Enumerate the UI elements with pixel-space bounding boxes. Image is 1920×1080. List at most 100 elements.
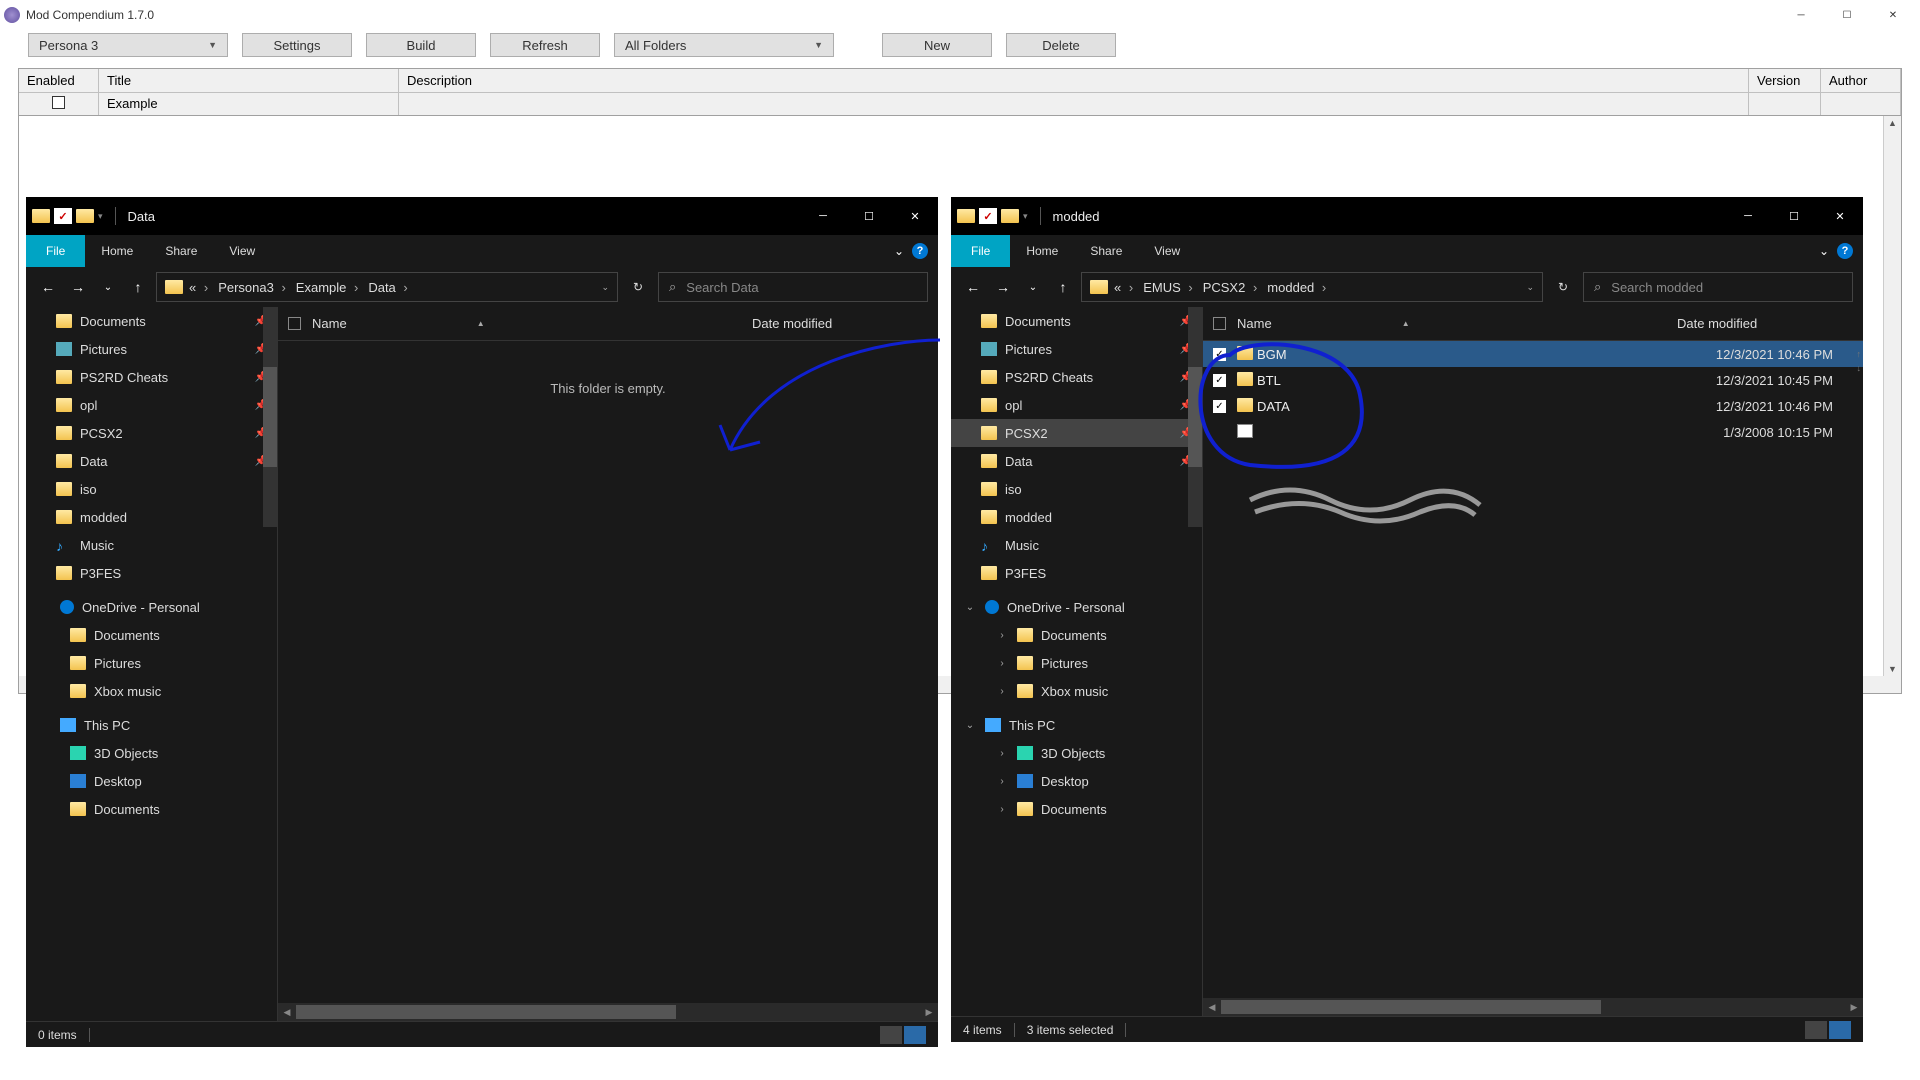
recent-locations-icon[interactable]: ⌄ [96,275,120,299]
sidebar-item[interactable]: ›3D Objects [951,739,1202,767]
search-input[interactable]: ⌕ Search Data [658,272,928,302]
sidebar-item[interactable]: Documents [26,621,277,649]
new-button[interactable]: New [882,33,992,57]
sidebar-item[interactable]: Documents [26,795,277,823]
back-button[interactable]: ← [961,275,985,299]
sidebar-item[interactable]: Pictures📌 [951,335,1202,363]
tab-view[interactable]: View [1138,235,1196,267]
sidebar-thispc[interactable]: ⌄This PC [951,711,1202,739]
col-date[interactable]: Date modified [1667,316,1863,331]
sidebar-item[interactable]: ›Xbox music [951,677,1202,705]
sidebar-item[interactable]: Data📌 [26,447,277,475]
sidebar-item[interactable]: P3FES [951,559,1202,587]
delete-button[interactable]: Delete [1006,33,1116,57]
col-description[interactable]: Description [399,69,1749,93]
ribbon-collapse-icon[interactable]: ⌄ [1819,244,1829,258]
sidebar-item[interactable]: Xbox music [26,677,277,705]
sidebar-item[interactable]: PS2RD Cheats📌 [951,363,1202,391]
sidebar-thispc[interactable]: This PC [26,711,277,739]
sidebar-item[interactable]: Documents📌 [26,307,277,335]
sidebar-item[interactable]: PCSX2📌 [26,419,277,447]
back-button[interactable]: ← [36,275,60,299]
sidebar-item[interactable]: Pictures [26,649,277,677]
file-row[interactable]: ✓BTL12/3/2021 10:45 PM [1203,367,1863,393]
sidebar-item[interactable]: modded [951,503,1202,531]
sidebar-item[interactable]: ♪Music [951,531,1202,559]
maximize-button[interactable]: ☐ [1824,0,1870,30]
scroll-right-icon[interactable]: ▶ [920,1007,938,1018]
col-title[interactable]: Title [99,69,399,93]
col-name[interactable]: Name [312,316,347,331]
view-thumbnails-icon[interactable] [904,1026,926,1044]
sidebar-item[interactable]: Desktop [26,767,277,795]
chevron-down-icon[interactable]: ⌄ [1526,282,1534,293]
select-all-checkbox[interactable] [288,317,301,330]
tab-share[interactable]: Share [1074,235,1138,267]
sidebar-item[interactable]: modded [26,503,277,531]
forward-button[interactable]: → [66,275,90,299]
qat-icon[interactable]: ✓ [54,208,72,224]
up-button[interactable]: ↑ [1051,275,1075,299]
sidebar-item[interactable]: Documents📌 [951,307,1202,335]
sidebar-item[interactable]: iso [26,475,277,503]
sidebar-item[interactable]: 3D Objects [26,739,277,767]
row-checkbox[interactable]: ✓ [1213,348,1226,361]
tab-view[interactable]: View [213,235,271,267]
refresh-icon[interactable]: ↻ [624,273,652,301]
sidebar-item[interactable]: ›Pictures [951,649,1202,677]
ex1-titlebar[interactable]: ✓ ▾ Data ─ ☐ ✕ [26,197,938,235]
tab-file[interactable]: File [951,235,1010,267]
file-row[interactable]: ✓DATA12/3/2021 10:46 PM [1203,393,1863,419]
view-details-icon[interactable] [1805,1021,1827,1039]
maximize-button[interactable]: ☐ [1771,197,1817,235]
sidebar[interactable]: Documents📌Pictures📌PS2RD Cheats📌opl📌PCSX… [26,307,278,1021]
file-row[interactable]: 1/3/2008 10:15 PM [1203,419,1863,445]
file-list[interactable]: Name▲ Date modified This folder is empty… [278,307,938,1021]
sidebar-onedrive[interactable]: OneDrive - Personal [26,593,277,621]
sidebar-item[interactable]: PCSX2📌 [951,419,1202,447]
mc-titlebar[interactable]: Mod Compendium 1.7.0 ─ ☐ ✕ [0,0,1920,30]
sidebar-item[interactable]: iso [951,475,1202,503]
ribbon-collapse-icon[interactable]: ⌄ [894,244,904,258]
tab-file[interactable]: File [26,235,85,267]
chevron-down-icon[interactable]: ⌄ [601,282,609,293]
col-version[interactable]: Version [1749,69,1821,93]
sidebar-item[interactable]: ›Documents [951,621,1202,649]
minimize-button[interactable]: ─ [1725,197,1771,235]
close-button[interactable]: ✕ [892,197,938,235]
close-button[interactable]: ✕ [1870,0,1916,30]
sidebar-item[interactable]: opl📌 [951,391,1202,419]
scroll-right-icon[interactable]: ▶ [1845,1002,1863,1013]
file-list[interactable]: Name▲ Date modified ✓BGM12/3/2021 10:46 … [1203,307,1863,1016]
row-checkbox[interactable]: ✓ [1213,374,1226,387]
ex2-titlebar[interactable]: ✓ ▾ modded ─ ☐ ✕ [951,197,1863,235]
refresh-icon[interactable]: ↻ [1549,273,1577,301]
refresh-button[interactable]: Refresh [490,33,600,57]
sidebar-item[interactable]: P3FES [26,559,277,587]
col-date[interactable]: Date modified [742,316,938,331]
sidebar-item[interactable]: ♪Music [26,531,277,559]
scroll-left-icon[interactable]: ◀ [1203,1002,1221,1013]
sidebar-item[interactable]: PS2RD Cheats📌 [26,363,277,391]
mod-row[interactable]: Example [19,93,1901,115]
select-all-checkbox[interactable] [1213,317,1226,330]
tab-home[interactable]: Home [1010,235,1074,267]
sidebar-item[interactable]: opl📌 [26,391,277,419]
maximize-button[interactable]: ☐ [846,197,892,235]
help-icon[interactable]: ? [1837,243,1853,259]
tab-share[interactable]: Share [149,235,213,267]
folder-dropdown[interactable]: All Folders▼ [614,33,834,57]
scroll-left-icon[interactable]: ◀ [278,1007,296,1018]
vertical-scrollbar[interactable] [1883,116,1901,676]
game-dropdown[interactable]: Persona 3▼ [28,33,228,57]
tab-home[interactable]: Home [85,235,149,267]
sidebar-item[interactable]: ›Documents [951,795,1202,823]
col-name[interactable]: Name [1237,316,1272,331]
build-button[interactable]: Build [366,33,476,57]
close-button[interactable]: ✕ [1817,197,1863,235]
minimize-button[interactable]: ─ [1778,0,1824,30]
sidebar-item[interactable]: ›Desktop [951,767,1202,795]
help-icon[interactable]: ? [912,243,928,259]
enabled-checkbox[interactable] [52,96,65,109]
row-checkbox[interactable]: ✓ [1213,400,1226,413]
